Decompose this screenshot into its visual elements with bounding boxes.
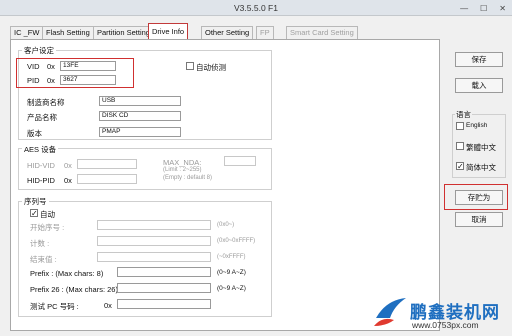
prefix-hint: (0~9 A~Z) <box>217 269 246 276</box>
vid-prefix: 0x <box>47 62 55 71</box>
pid-input[interactable]: 3627 <box>60 75 116 85</box>
vendor-label: 制造商名称 <box>27 98 65 107</box>
tab-partition-setting[interactable]: Partition Setting <box>93 26 154 39</box>
vendor-input[interactable]: USB <box>99 96 181 106</box>
hid-vid-prefix: 0x <box>64 161 72 170</box>
auto-detect-label: 自动侦测 <box>196 63 226 72</box>
vid-input[interactable]: 13FE <box>60 61 116 71</box>
product-label: 产品名称 <box>27 113 57 122</box>
tab-smart-card-setting[interactable]: Smart Card Setting <box>286 26 358 39</box>
customer-settings-title: 客户设定 <box>22 45 56 56</box>
prefix26-label: Prefix 26 : (Max chars: 26) <box>30 285 118 294</box>
save-button[interactable]: 保存 <box>455 52 503 67</box>
watermark-logo-icon <box>372 296 408 330</box>
vid-label: VID <box>27 62 40 71</box>
prefix-input[interactable] <box>117 267 211 277</box>
max-nda-hint-default: (Empty : default 8) <box>163 175 213 181</box>
watermark-url: www.0753px.com <box>412 320 479 330</box>
lang-simplified-label: 简体中文 <box>466 163 496 172</box>
language-title: 语言 <box>455 109 472 120</box>
cancel-button[interactable]: 取消 <box>455 212 503 227</box>
test-pc-number-input[interactable] <box>117 299 211 309</box>
pid-label: PID <box>27 76 40 85</box>
auto-detect-checkbox[interactable] <box>186 62 194 70</box>
tab-flash-setting[interactable]: Flash Setting <box>42 26 94 39</box>
prefix26-input[interactable] <box>117 283 211 293</box>
test-pc-number-label: 测试 PC 号码 : <box>30 302 79 311</box>
window-title: V3.5.5.0 F1 <box>234 3 278 13</box>
start-serial-hint: (0x0~) <box>217 222 235 228</box>
serial-auto-label: 自动 <box>40 210 55 219</box>
tab-other-setting[interactable]: Other Setting <box>201 26 254 39</box>
hid-vid-label: HID-VID <box>27 161 55 170</box>
max-nda-label: MAX_NDA: <box>163 158 202 167</box>
end-value-input[interactable] <box>97 252 211 262</box>
lang-simplified-checkbox[interactable] <box>456 162 464 170</box>
hid-pid-label: HID-PID <box>27 176 55 185</box>
minimize-icon[interactable]: — <box>460 4 468 13</box>
prefix26-hint: (0~9 A~Z) <box>217 285 246 292</box>
tab-drive-info[interactable]: Drive Info <box>148 23 189 40</box>
end-value-label: 结束值 : <box>30 255 57 264</box>
count-input[interactable] <box>97 236 211 246</box>
tab-ic-fw[interactable]: IC _FW <box>10 26 44 39</box>
test-pc-number-prefix: 0x <box>104 301 112 310</box>
start-serial-label: 开始序号 : <box>30 223 65 232</box>
version-label: 版本 <box>27 129 42 138</box>
maximize-icon[interactable]: ☐ <box>480 4 487 13</box>
serial-auto-checkbox[interactable] <box>30 209 38 217</box>
end-value-hint: (~0xFFFF) <box>217 254 246 260</box>
close-icon[interactable]: ✕ <box>499 4 506 13</box>
count-hint: (0x0~0xFFFF) <box>217 238 256 244</box>
hid-vid-input[interactable] <box>77 159 137 169</box>
pid-prefix: 0x <box>47 76 55 85</box>
lang-english-checkbox[interactable] <box>456 122 464 130</box>
serial-title: 序列号 <box>22 196 49 207</box>
count-label: 计数 : <box>30 239 50 248</box>
max-nda-input[interactable] <box>224 156 256 166</box>
aes-title: AES 设备 <box>22 144 59 155</box>
max-nda-hint-limit: (Limit : 2~255) <box>163 167 202 173</box>
hid-pid-input[interactable] <box>77 174 137 184</box>
start-serial-input[interactable] <box>97 220 211 230</box>
lang-traditional-label: 繁體中文 <box>466 143 496 152</box>
window-controls: — ☐ ✕ <box>460 4 506 13</box>
title-bar: V3.5.5.0 F1 <box>0 0 512 16</box>
lang-traditional-checkbox[interactable] <box>456 142 464 150</box>
product-input[interactable]: DISK CD <box>99 111 181 121</box>
version-input[interactable]: PMAP <box>99 127 181 137</box>
lang-english-label: English <box>466 122 488 129</box>
prefix-label: Prefix : (Max chars: 8) <box>30 269 104 278</box>
save-as-button[interactable]: 存贮为 <box>455 190 503 205</box>
load-button[interactable]: 载入 <box>455 78 503 93</box>
hid-pid-prefix: 0x <box>64 176 72 185</box>
tab-fp[interactable]: FP <box>256 26 274 39</box>
